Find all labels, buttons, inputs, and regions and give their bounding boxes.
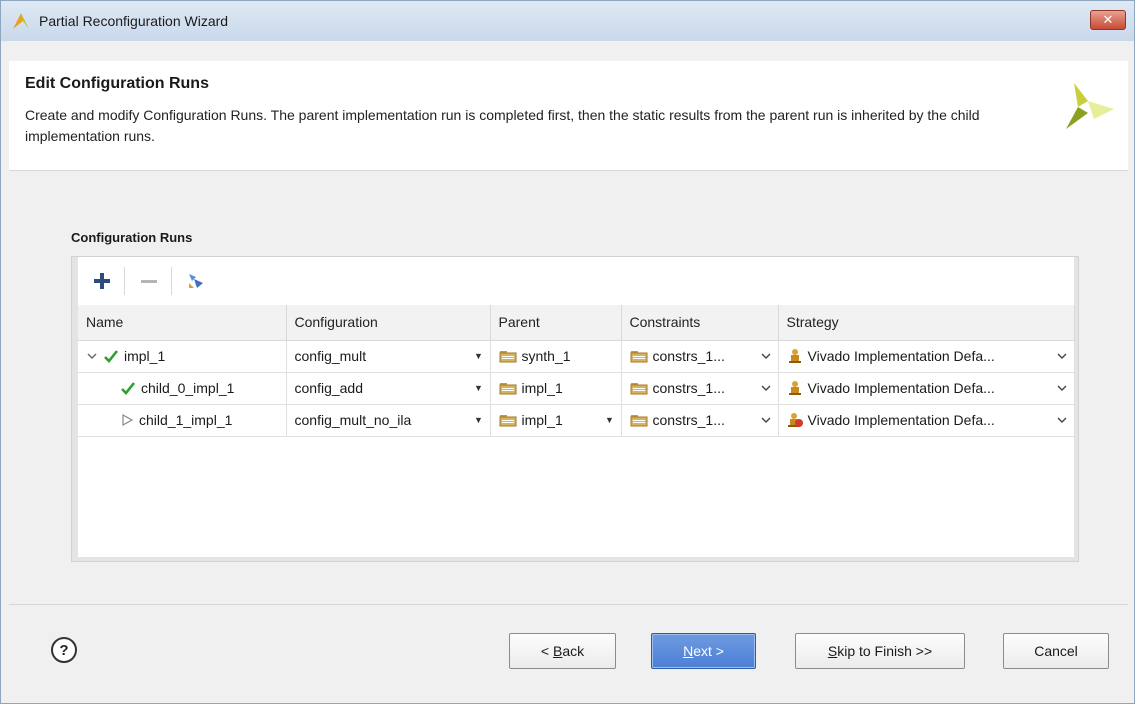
table-row[interactable]: child_0_impl_1 config_add ▼ impl_1 const… [78, 372, 1075, 405]
not-started-triangle-icon [122, 413, 134, 427]
strategy-cell[interactable]: Vivado Implementation Defa... [778, 404, 1075, 437]
dropdown-arrow-icon[interactable]: ▼ [474, 415, 484, 425]
next-button[interactable]: Next > [651, 633, 756, 669]
chevron-down-icon[interactable] [1056, 414, 1068, 426]
table-toolbar [78, 257, 1074, 305]
skip-mnemonic: S [827, 643, 838, 659]
parent-value: impl_1 [521, 412, 563, 428]
skip-rest: kip to Finish >> [837, 643, 933, 659]
column-header-constraints[interactable]: Constraints [621, 305, 779, 341]
run-name: child_1_impl_1 [139, 412, 233, 428]
chevron-down-icon[interactable] [760, 382, 772, 394]
strategy-cell[interactable]: Vivado Implementation Defa... [778, 372, 1075, 405]
wizard-content: Configuration Runs Name Configuration Pa… [9, 172, 1128, 604]
configuration-cell[interactable]: config_mult_no_ila ▼ [286, 404, 491, 437]
wizard-header: Edit Configuration Runs Create and modif… [9, 61, 1128, 171]
strategy-value: Vivado Implementation Defa... [807, 348, 995, 364]
column-header-configuration[interactable]: Configuration [286, 305, 491, 341]
dropdown-arrow-icon[interactable]: ▼ [474, 383, 484, 393]
column-header-name[interactable]: Name [78, 305, 287, 341]
strategy-warning-icon [787, 413, 803, 427]
table-row[interactable]: impl_1 config_mult ▼ synth_1 constrs_1..… [78, 340, 1075, 373]
table-row[interactable]: child_1_impl_1 config_mult_no_ila ▼ impl_… [78, 404, 1075, 437]
folder-icon [630, 415, 647, 427]
wizard-runs-icon [189, 274, 203, 288]
collapse-chevron-icon[interactable] [86, 350, 98, 362]
dropdown-arrow-icon[interactable]: ▼ [605, 415, 615, 425]
parent-cell[interactable]: synth_1 [490, 340, 622, 373]
config-runs-panel: Name Configuration Parent Constraints St… [71, 256, 1079, 562]
strategy-cell[interactable]: Vivado Implementation Defa... [778, 340, 1075, 373]
window-title: Partial Reconfiguration Wizard [39, 13, 229, 29]
page-title: Edit Configuration Runs [25, 75, 209, 92]
strategy-icon [788, 381, 801, 395]
constraints-cell[interactable]: constrs_1... [621, 372, 779, 405]
strategy-value: Vivado Implementation Defa... [807, 412, 995, 428]
minus-icon [141, 280, 157, 283]
back-prefix: < [540, 643, 553, 659]
add-run-button[interactable] [90, 269, 114, 293]
title-bar: Partial Reconfiguration Wizard ✕ [1, 1, 1134, 41]
section-label: Configuration Runs [71, 230, 193, 245]
back-mnemonic: B [552, 643, 563, 659]
next-mnemonic: N [683, 643, 694, 659]
back-button[interactable]: < Back [509, 633, 616, 669]
folder-icon [499, 383, 516, 395]
constraints-cell[interactable]: constrs_1... [621, 404, 779, 437]
run-name: child_0_impl_1 [141, 380, 235, 396]
name-cell[interactable]: impl_1 [78, 340, 287, 373]
toolbar-separator [171, 267, 172, 295]
check-icon [104, 350, 119, 363]
run-name: impl_1 [124, 348, 166, 364]
xilinx-logo-icon [1066, 83, 1114, 129]
check-icon [121, 382, 136, 395]
toolbar-separator [124, 267, 125, 295]
parent-cell[interactable]: impl_1 [490, 372, 622, 405]
column-header-strategy[interactable]: Strategy [778, 305, 1075, 341]
chevron-down-icon[interactable] [1056, 350, 1068, 362]
folder-icon [630, 383, 647, 395]
parent-value: impl_1 [521, 380, 563, 396]
config-runs-inner: Name Configuration Parent Constraints St… [78, 257, 1075, 557]
constraints-value: constrs_1... [652, 348, 725, 364]
footer-divider [9, 604, 1128, 605]
configuration-value: config_mult_no_ila [294, 412, 412, 428]
constraints-value: constrs_1... [652, 380, 725, 396]
auto-create-runs-button[interactable] [184, 269, 208, 293]
table-header-row: Name Configuration Parent Constraints St… [78, 305, 1075, 341]
config-runs-table: Name Configuration Parent Constraints St… [78, 305, 1075, 437]
configuration-cell[interactable]: config_add ▼ [286, 372, 491, 405]
skip-to-finish-button[interactable]: Skip to Finish >> [795, 633, 965, 669]
vivado-app-icon [13, 13, 29, 29]
configuration-value: config_add [294, 380, 364, 396]
folder-icon [630, 351, 647, 363]
chevron-down-icon[interactable] [760, 414, 772, 426]
parent-value: synth_1 [521, 348, 571, 364]
plus-icon [94, 273, 110, 289]
cancel-button[interactable]: Cancel [1003, 633, 1109, 669]
back-rest: ack [562, 643, 585, 659]
constraints-cell[interactable]: constrs_1... [621, 340, 779, 373]
folder-icon [499, 351, 516, 363]
name-cell[interactable]: child_1_impl_1 [78, 404, 287, 437]
configuration-value: config_mult [294, 348, 367, 364]
column-header-parent[interactable]: Parent [490, 305, 622, 341]
next-rest: ext > [693, 643, 724, 659]
wizard-window: Partial Reconfiguration Wizard ✕ Edit Co… [0, 0, 1135, 704]
parent-cell[interactable]: impl_1 ▼ [490, 404, 622, 437]
folder-icon [499, 415, 516, 427]
dropdown-arrow-icon[interactable]: ▼ [474, 351, 484, 361]
close-button[interactable]: ✕ [1090, 10, 1126, 30]
chevron-down-icon[interactable] [1056, 382, 1068, 394]
page-description: Create and modify Configuration Runs. Th… [25, 107, 980, 144]
configuration-cell[interactable]: config_mult ▼ [286, 340, 491, 373]
chevron-down-icon[interactable] [760, 350, 772, 362]
strategy-value: Vivado Implementation Defa... [807, 380, 995, 396]
help-button[interactable]: ? [51, 637, 77, 663]
strategy-icon [788, 349, 801, 363]
remove-run-button[interactable] [137, 269, 161, 293]
constraints-value: constrs_1... [652, 412, 725, 428]
name-cell[interactable]: child_0_impl_1 [78, 372, 287, 405]
